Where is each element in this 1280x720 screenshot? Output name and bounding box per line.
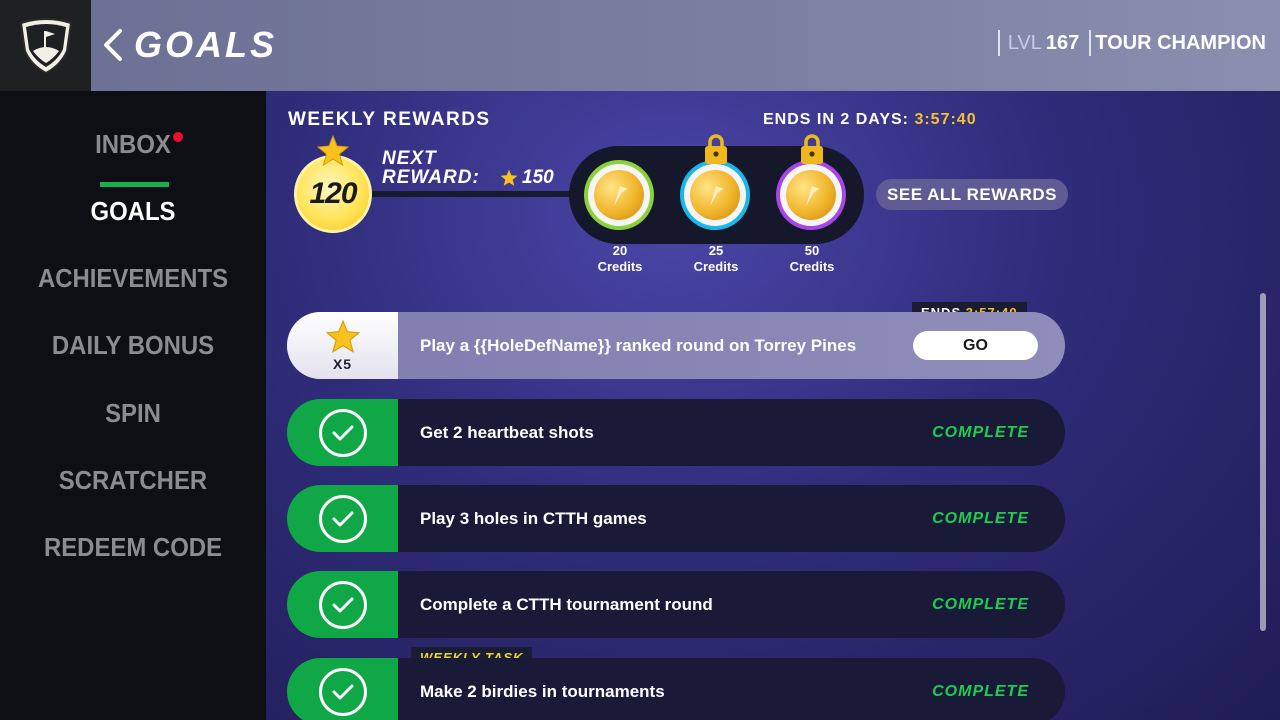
reward-unit: Credits (789, 259, 835, 274)
player-level: LVL 167 TOUR CHAMPION (997, 28, 1266, 58)
star-icon (325, 319, 360, 353)
current-stars-value: 120 (309, 177, 357, 210)
checkmark-icon (318, 494, 367, 543)
goal-complete-label: COMPLETE (932, 424, 1029, 441)
sidebar-item-inbox[interactable]: INBOX (11, 124, 256, 164)
player-rank: TOUR CHAMPION (1095, 31, 1266, 54)
lock-icon (705, 134, 727, 164)
next-reward-line2: REWARD: (382, 167, 480, 188)
goal-reward-box: X5 (287, 312, 398, 379)
checkmark-icon (318, 580, 367, 629)
sidebar-item-goals[interactable]: GOALS (11, 191, 256, 231)
sidebar-item-scratcher[interactable]: SCRATCHER (11, 460, 256, 500)
topgolf-logo (0, 0, 91, 91)
star-icon (317, 135, 349, 167)
sidebar-item-daily-bonus[interactable]: DAILY BONUS (11, 325, 256, 365)
next-reward-amount: 150 (522, 167, 554, 188)
lock-icon (801, 134, 823, 164)
coin-icon (786, 170, 836, 220)
reward-amount: 20 (612, 243, 628, 258)
notification-dot (173, 132, 183, 142)
next-reward-label: NEXT REWARD: (382, 149, 480, 187)
goal-status-box (287, 571, 398, 638)
goal-multiplier: X5 (332, 355, 353, 372)
top-bar: GOALS LVL 167 TOUR CHAMPION (0, 0, 1280, 91)
shield-logo-icon (19, 17, 72, 74)
reward-1-label: 20 Credits (575, 243, 665, 275)
goal-row: Make 2 birdies in tournaments COMPLETE (287, 658, 1065, 720)
progress-connector (366, 191, 576, 197)
checkmark-icon (318, 667, 367, 716)
goal-complete-label: COMPLETE (932, 596, 1029, 613)
goal-row: Get 2 heartbeat shots COMPLETE (287, 399, 1065, 466)
goal-text: Play a {{HoleDefName}} ranked round on T… (420, 336, 857, 355)
weekly-timer-label: ENDS IN 2 DAYS: (763, 111, 909, 128)
level-value: 167 (1045, 31, 1080, 54)
goal-complete-label: COMPLETE (932, 510, 1029, 527)
page-title: GOALS (134, 24, 278, 65)
back-button[interactable] (98, 22, 128, 68)
next-reward-value: 150 (500, 167, 554, 189)
goal-row: Play 3 holes in CTTH games COMPLETE (287, 485, 1065, 552)
go-button[interactable]: GO (913, 331, 1038, 360)
reward-amount: 25 (708, 243, 724, 258)
goal-status-box (287, 485, 398, 552)
scrollbar[interactable] (1260, 293, 1266, 631)
see-all-rewards-button[interactable]: SEE ALL REWARDS (876, 179, 1068, 210)
goal-status-box (287, 399, 398, 466)
goal-row: Complete a CTTH tournament round COMPLET… (287, 571, 1065, 638)
coin-icon (690, 170, 740, 220)
goal-text: Get 2 heartbeat shots (420, 423, 594, 442)
weekly-timer-value: 3:57:40 (914, 111, 977, 128)
reward-unit: Credits (693, 259, 739, 274)
level-label: LVL (1007, 31, 1042, 54)
reward-3-label: 50 Credits (767, 243, 857, 275)
sidebar-item-achievements[interactable]: ACHIEVEMENTS (11, 258, 256, 298)
sidebar-item-spin[interactable]: SPIN (11, 393, 256, 433)
divider (1089, 30, 1092, 56)
divider (997, 30, 1000, 56)
reward-coin-1[interactable] (576, 152, 662, 238)
reward-unit: Credits (597, 259, 643, 274)
weekly-rewards-title: WEEKLY REWARDS (288, 109, 491, 130)
sidebar-item-redeem-code[interactable]: REDEEM CODE (11, 527, 256, 567)
reward-amount: 50 (804, 243, 820, 258)
star-icon (500, 169, 518, 186)
goal-row: X5 Play a {{HoleDefName}} ranked round o… (287, 312, 1065, 379)
goal-text: Complete a CTTH tournament round (420, 595, 713, 614)
next-reward-line1: NEXT (382, 148, 437, 169)
goal-complete-label: COMPLETE (932, 683, 1029, 700)
goals-panel: WEEKLY REWARDS ENDS IN 2 DAYS: 3:57:40 1… (266, 91, 1280, 720)
checkmark-icon (318, 408, 367, 457)
goal-text: Make 2 birdies in tournaments (420, 682, 665, 701)
goal-status-box (287, 658, 398, 720)
weekly-timer: ENDS IN 2 DAYS: 3:57:40 (763, 111, 977, 129)
coin-icon (594, 170, 644, 220)
reward-2-label: 25 Credits (671, 243, 761, 275)
chevron-left-icon (104, 29, 122, 61)
goal-text: Play 3 holes in CTTH games (420, 509, 647, 528)
active-tab-indicator (100, 182, 169, 187)
